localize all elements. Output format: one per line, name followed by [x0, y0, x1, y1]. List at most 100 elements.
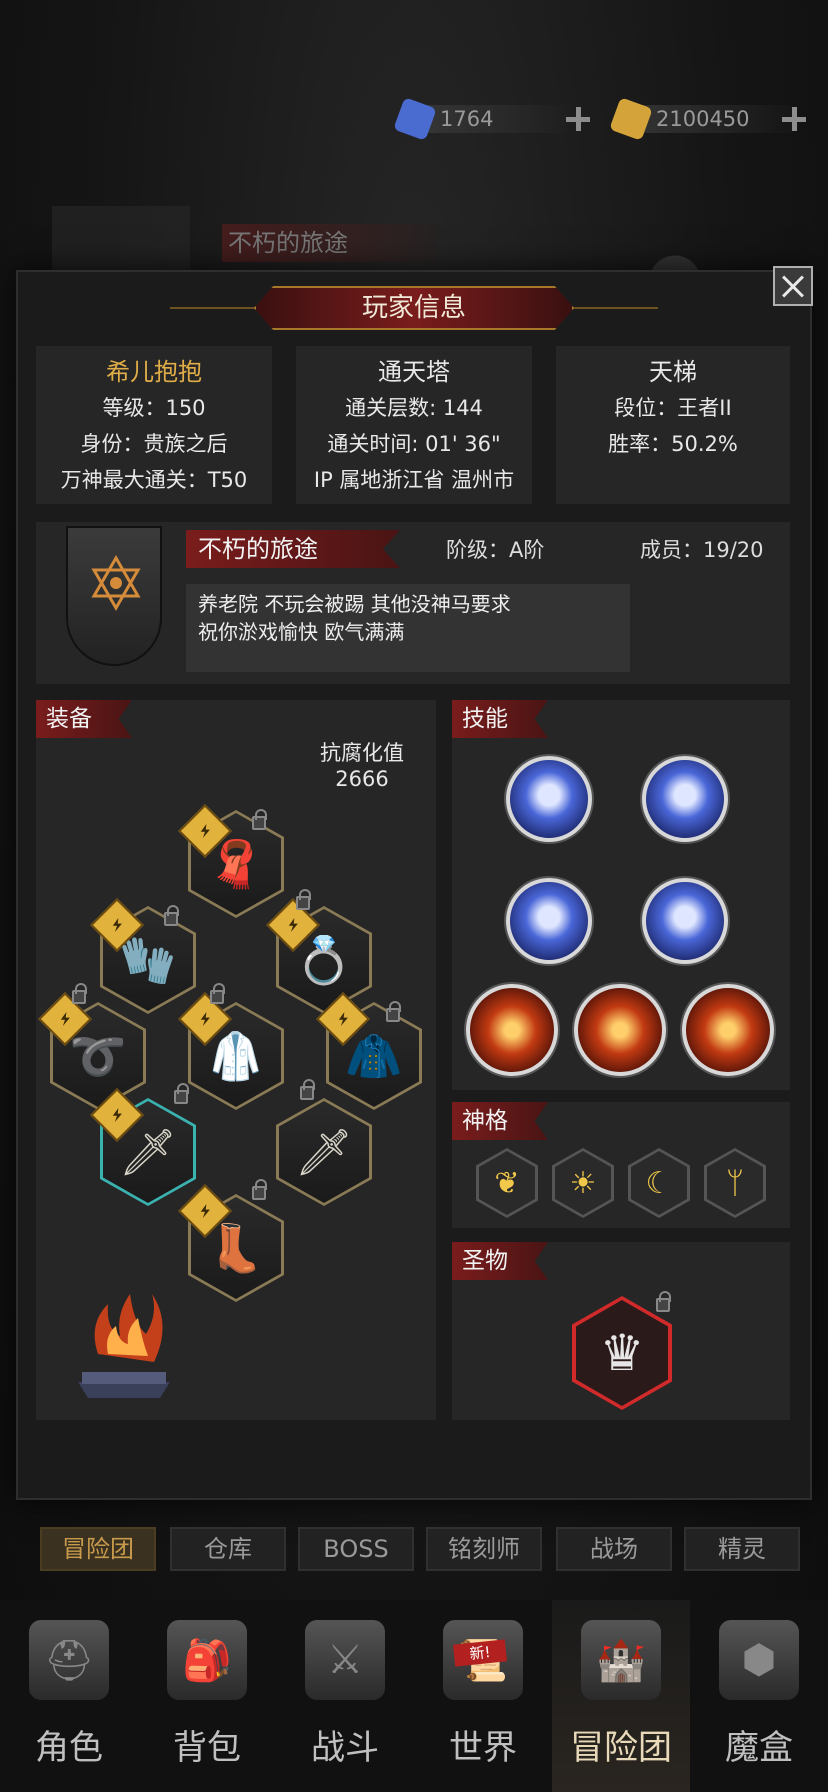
relic-section: 圣物 ♛: [452, 1242, 790, 1420]
ladder-rank: 段位：王者II: [614, 396, 732, 420]
corruption-value: 2666: [335, 767, 389, 791]
divinity-section: 神格 ❦ ☀ ☾ ᛘ: [452, 1102, 790, 1228]
wing-icon: ❦: [479, 1151, 535, 1215]
skills-title: 技能: [452, 700, 548, 738]
guild-name: 不朽的旅途: [186, 530, 400, 568]
lock-icon: [252, 1179, 267, 1200]
lock-icon: [656, 1291, 671, 1312]
lock-icon: [164, 905, 179, 926]
nav-adventure-group[interactable]: 🏰 冒险团: [552, 1600, 690, 1792]
nav-label: 战斗: [311, 1728, 379, 1768]
crescent-icon: ☾: [631, 1151, 687, 1215]
skill-fire-face-icon[interactable]: [574, 984, 666, 1076]
magic-cube-icon: ⬢: [719, 1620, 799, 1700]
title-divider-left: [170, 307, 260, 309]
skills-section: 技能: [452, 700, 790, 1090]
player-level: 等级：150: [102, 396, 206, 420]
equip-slot-sword-off[interactable]: 🗡: [276, 1098, 372, 1206]
add-gold-button[interactable]: [782, 107, 806, 131]
lock-icon: [72, 983, 87, 1004]
nav-world[interactable]: 📜 世界: [414, 1600, 552, 1792]
tower-floors: 通关层数: 144: [345, 396, 483, 420]
subtab-warehouse[interactable]: 仓库: [170, 1527, 286, 1571]
guild-description: 养老院 不玩会被踢 其他没神马要求 祝你淤戏愉快 欧气满满: [186, 584, 630, 672]
divinity-title: 神格: [452, 1102, 548, 1140]
subtab-spirit[interactable]: 精灵: [684, 1527, 800, 1571]
skill-moon-blade-icon[interactable]: [506, 878, 592, 964]
skill-fire-figure-icon[interactable]: [682, 984, 774, 1076]
guild-description-line2: 祝你淤戏愉快 欧气满满: [198, 620, 405, 644]
nav-battle[interactable]: ⚔ 战斗: [276, 1600, 414, 1792]
guild-members: 成员：19/20: [640, 538, 764, 562]
subtab-adventure-group[interactable]: 冒险团: [40, 1527, 156, 1571]
lock-icon: [210, 983, 225, 1004]
lock-icon: [296, 889, 311, 910]
guild-description-line1: 养老院 不玩会被踢 其他没神马要求: [198, 592, 511, 616]
background-guild-name: 不朽的旅途: [222, 224, 436, 262]
tower-time: 通关时间: 01' 36": [327, 432, 501, 456]
helmet-icon: ⛑: [29, 1620, 109, 1700]
dialog-title: 玩家信息: [254, 286, 574, 330]
ip-location: IP 属地浙江省 温州市: [313, 468, 515, 492]
nav-backpack[interactable]: 🎒 背包: [138, 1600, 276, 1792]
castle-icon: 🏰: [581, 1620, 661, 1700]
equipment-title: 装备: [36, 700, 132, 738]
add-gems-button[interactable]: [566, 107, 590, 131]
lock-icon: [252, 809, 267, 830]
title-divider-right: [568, 307, 658, 309]
gem-currency: 1764: [393, 97, 590, 141]
skill-lightning-flame-icon[interactable]: [506, 756, 592, 842]
skill-fire-slash-icon[interactable]: [466, 984, 558, 1076]
hexagram-icon: [91, 555, 141, 611]
divinity-slot-4[interactable]: ᛘ: [704, 1148, 766, 1218]
subtab-battlefield[interactable]: 战场: [556, 1527, 672, 1571]
corruption-resistance: 抗腐化值 2666: [292, 740, 432, 792]
nav-character[interactable]: ⛑ 角色: [0, 1600, 138, 1792]
blue-gem-icon: [393, 97, 437, 141]
tower-title: 通天塔: [378, 358, 450, 386]
divinity-slot-1[interactable]: ❦: [476, 1148, 538, 1218]
bottom-nav: ⛑ 角色 🎒 背包 ⚔ 战斗 📜 世界 🏰 冒险团 ⬢ 魔盒: [0, 1600, 828, 1792]
subtab-engraver[interactable]: 铭刻师: [426, 1527, 542, 1571]
sun-icon: ☀: [555, 1151, 611, 1215]
ladder-card: 天梯 段位：王者II 胜率：50.2%: [556, 346, 790, 504]
skill-crescent-moon-icon[interactable]: [642, 756, 728, 842]
lock-icon: [300, 1079, 315, 1100]
lock-icon: [386, 1001, 401, 1022]
player-name: 希儿抱抱: [106, 358, 202, 386]
nav-magic-box[interactable]: ⬢ 魔盒: [690, 1600, 828, 1792]
sword-icon: 🗡: [279, 1101, 369, 1203]
corruption-label: 抗腐化值: [320, 741, 404, 765]
backpack-icon: 🎒: [167, 1620, 247, 1700]
flame-brazier-icon: [68, 1274, 180, 1404]
divinity-slot-2[interactable]: ☀: [552, 1148, 614, 1218]
relic-title: 圣物: [452, 1242, 548, 1280]
nav-label: 角色: [35, 1728, 103, 1768]
ladder-title: 天梯: [649, 358, 697, 386]
guild-tier: 阶级：A阶: [446, 538, 545, 562]
equipment-section: 装备 抗腐化值 2666 🧣 🧤 💍 ➰ 🥼 🧥 🗡 🗡 👢: [36, 700, 436, 1420]
rune-icon: ᛘ: [707, 1151, 763, 1215]
gold-amount: 2100450: [642, 105, 792, 133]
subtab-boss[interactable]: BOSS: [298, 1527, 414, 1571]
player-max-clear: 万神最大通关：T50: [60, 468, 248, 492]
nav-label: 背包: [173, 1728, 241, 1768]
sword-shield-icon: ⚔: [305, 1620, 385, 1700]
relic-slot[interactable]: ♛: [572, 1296, 672, 1410]
gold-currency: 2100450: [609, 97, 806, 141]
guild-banner: [66, 526, 162, 666]
tower-card: 通天塔 通关层数: 144 通关时间: 01' 36" IP 属地浙江省 温州市: [296, 346, 532, 504]
gem-amount: 1764: [426, 105, 576, 133]
lock-icon: [174, 1083, 189, 1104]
player-identity: 身份：贵族之后: [80, 432, 228, 456]
close-button[interactable]: [773, 266, 813, 306]
nav-label: 世界: [449, 1728, 517, 1768]
guild-card[interactable]: 不朽的旅途 阶级：A阶 成员：19/20 养老院 不玩会被踢 其他没神马要求 祝…: [36, 522, 790, 684]
crown-icon: ♛: [576, 1300, 668, 1406]
gold-gem-icon: [609, 97, 653, 141]
nav-label: 魔盒: [725, 1728, 793, 1768]
nav-label: 冒险团: [570, 1728, 672, 1768]
divinity-slot-3[interactable]: ☾: [628, 1148, 690, 1218]
ladder-winrate: 胜率：50.2%: [608, 432, 738, 456]
skill-orbs-icon[interactable]: [642, 878, 728, 964]
